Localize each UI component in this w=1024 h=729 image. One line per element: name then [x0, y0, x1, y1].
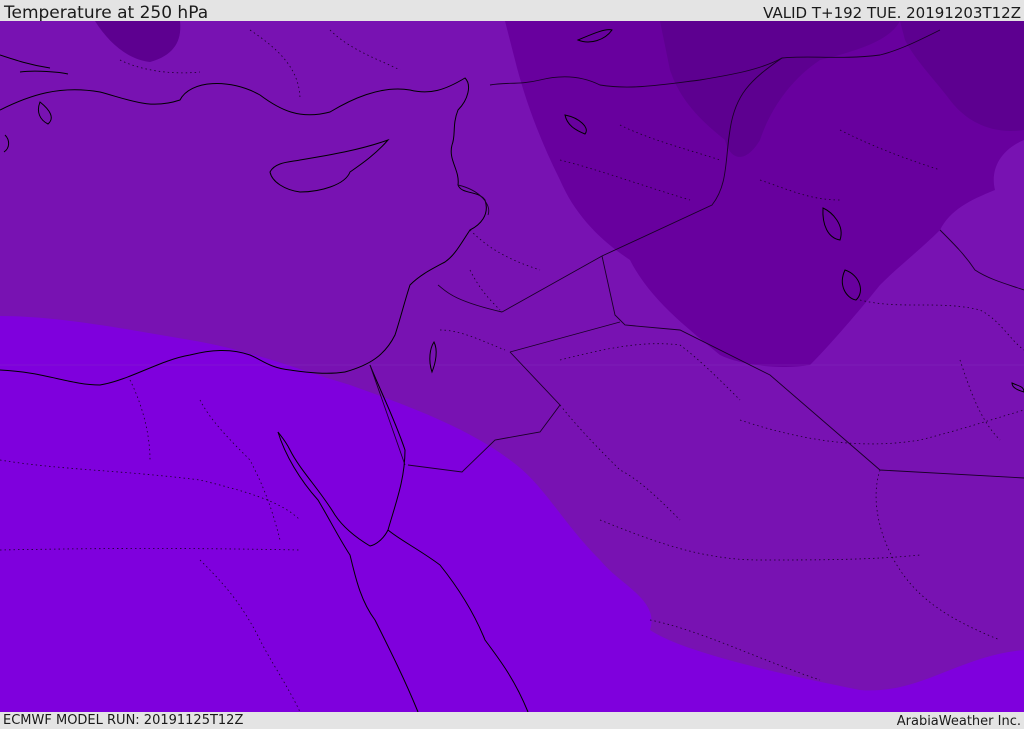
- credit-label: ArabiaWeather Inc.: [896, 714, 1021, 729]
- valid-time-label: VALID T+192 TUE. 20191203T12Z: [763, 4, 1021, 22]
- header-bar: Temperature at 250 hPa VALID T+192 TUE. …: [0, 0, 1024, 23]
- temperature-map: [0, 21, 1024, 712]
- map-area[interactable]: [0, 21, 1024, 712]
- map-title: Temperature at 250 hPa: [4, 3, 209, 23]
- footer-bar: ECMWF MODEL RUN: 20191125T12Z ArabiaWeat…: [0, 712, 1024, 729]
- model-run-label: ECMWF MODEL RUN: 20191125T12Z: [3, 713, 244, 728]
